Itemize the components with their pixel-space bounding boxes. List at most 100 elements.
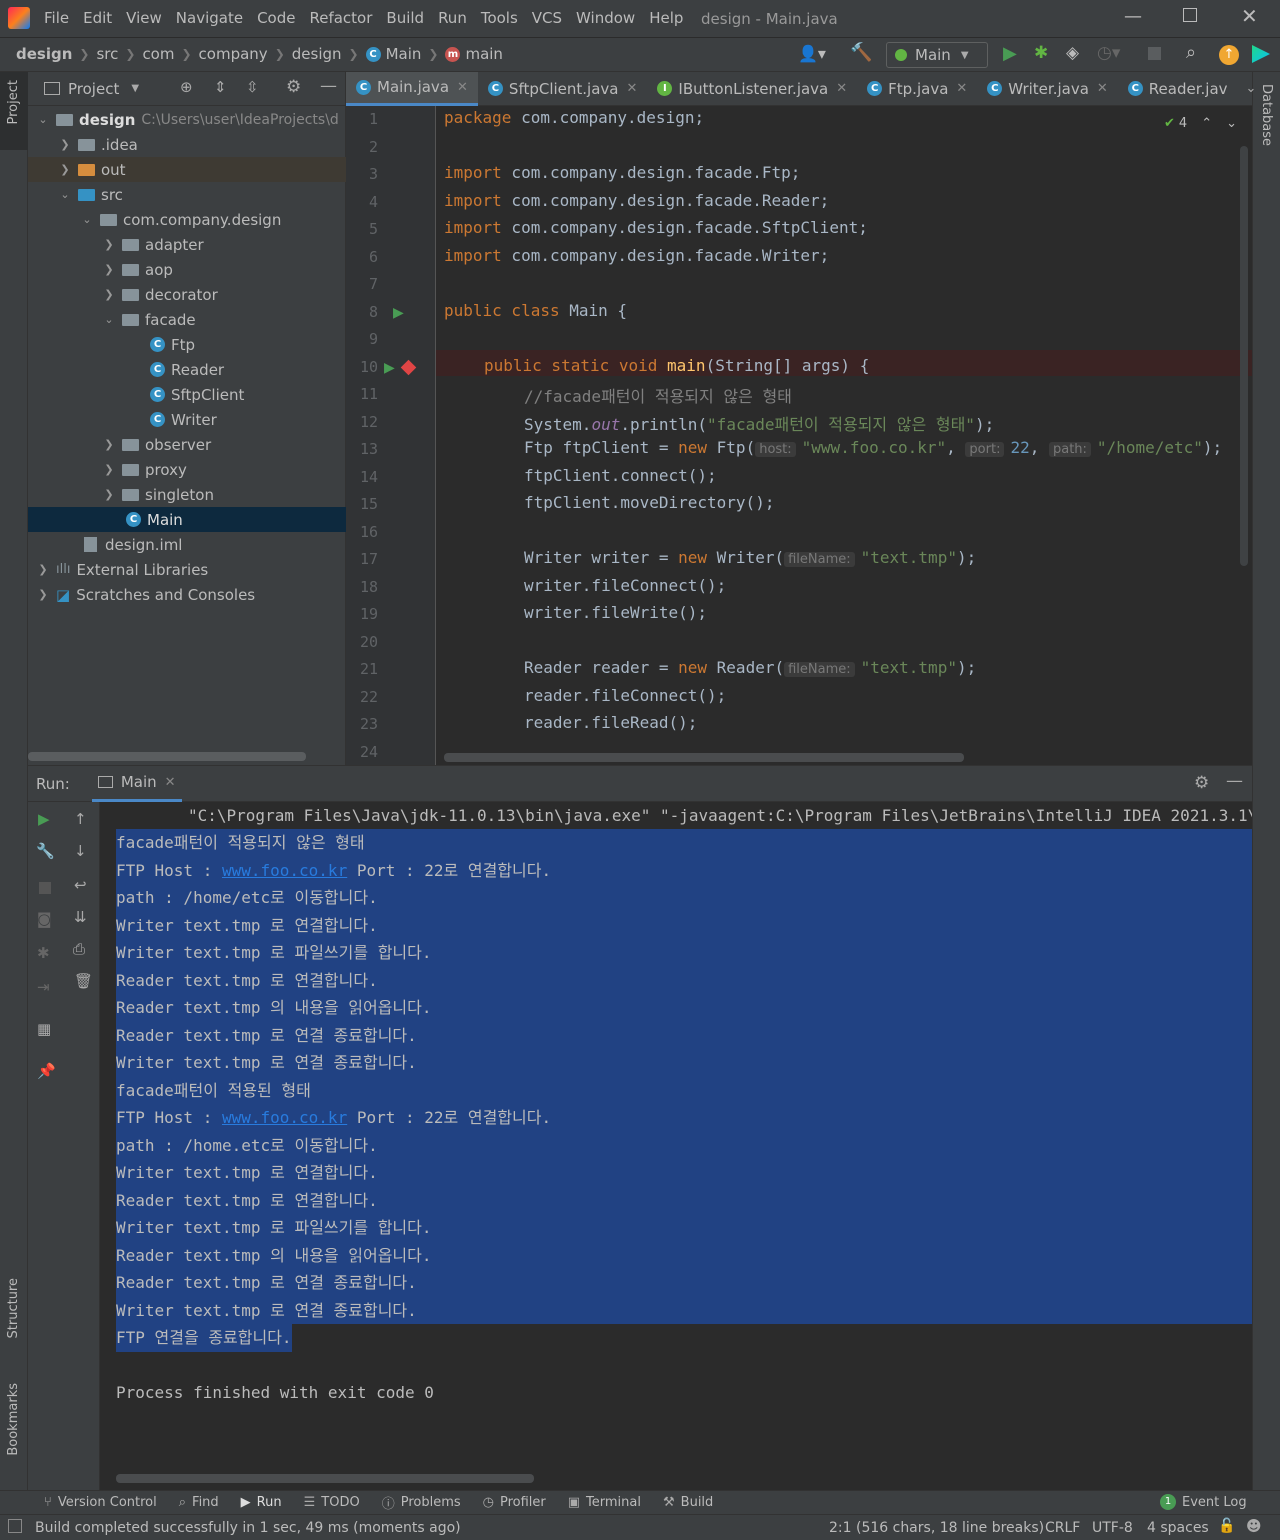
inspector-icon[interactable]: ☻ bbox=[1246, 1517, 1262, 1535]
search-icon[interactable]: ⌕ bbox=[1186, 42, 1196, 63]
tabs-dropdown-icon[interactable]: ⌄ bbox=[1246, 81, 1257, 96]
todo-tool[interactable]: ☰ TODO bbox=[304, 1495, 360, 1510]
lock-icon[interactable]: 🔓 bbox=[1218, 1518, 1235, 1534]
tree-item-iml[interactable]: design.iml bbox=[28, 532, 346, 557]
user-icon[interactable]: 👤▾ bbox=[798, 44, 826, 63]
tree-item-external-libraries[interactable]: ❯ ıllı External Libraries bbox=[28, 557, 346, 582]
profile-icon[interactable]: ◷▾ bbox=[1097, 43, 1120, 63]
tree-item-ftp[interactable]: C Ftp bbox=[28, 332, 346, 357]
exit-icon[interactable]: ⇥ bbox=[37, 978, 50, 996]
expand-all-icon[interactable]: ⇕ bbox=[214, 78, 227, 96]
hide-icon[interactable]: — bbox=[320, 76, 337, 96]
project-tool-button[interactable]: Project bbox=[0, 72, 28, 150]
menu-refactor[interactable]: Refactor bbox=[309, 9, 372, 27]
tree-item-out[interactable]: ❯ out bbox=[28, 157, 346, 182]
rerun-icon[interactable]: ▶ bbox=[38, 810, 50, 828]
editor-h-scrollbar[interactable] bbox=[444, 753, 964, 762]
toggle-tool-windows-icon[interactable] bbox=[8, 1519, 22, 1533]
tree-item-facade[interactable]: ⌄ facade bbox=[28, 307, 346, 332]
tree-item-src[interactable]: ⌄ src bbox=[28, 182, 346, 207]
menu-edit[interactable]: Edit bbox=[83, 9, 112, 27]
tree-item-singleton[interactable]: ❯ singleton bbox=[28, 482, 346, 507]
database-tool-button[interactable]: Database bbox=[1253, 80, 1280, 170]
menu-file[interactable]: File bbox=[44, 9, 69, 27]
hide-icon[interactable]: — bbox=[1226, 771, 1243, 791]
prev-highlight-icon[interactable]: ⌃ bbox=[1201, 116, 1212, 131]
menu-navigate[interactable]: Navigate bbox=[176, 9, 243, 27]
update-icon[interactable]: ↑ bbox=[1219, 45, 1239, 65]
menu-code[interactable]: Code bbox=[257, 9, 295, 27]
editor-v-scrollbar[interactable] bbox=[1240, 146, 1248, 566]
menu-tools[interactable]: Tools bbox=[481, 9, 518, 27]
project-panel-title[interactable]: Project bbox=[68, 80, 119, 98]
gear-icon[interactable]: ⚙ bbox=[1194, 773, 1209, 793]
tab-main-java[interactable]: C Main.java ✕ bbox=[346, 71, 478, 106]
menu-run[interactable]: Run bbox=[438, 9, 467, 27]
wrench-icon[interactable]: 🔧 bbox=[36, 842, 55, 860]
file-encoding[interactable]: UTF-8 bbox=[1092, 1520, 1133, 1536]
breakpoint-icon[interactable] bbox=[400, 359, 417, 376]
tree-item-adapter[interactable]: ❯ adapter bbox=[28, 232, 346, 257]
menu-vcs[interactable]: VCS bbox=[532, 9, 562, 27]
gear-icon[interactable]: ⚙ bbox=[286, 77, 301, 97]
soft-wrap-icon[interactable]: ↩ bbox=[74, 876, 87, 894]
tree-item-sftpclient[interactable]: C SftpClient bbox=[28, 382, 346, 407]
tree-item-proxy[interactable]: ❯ proxy bbox=[28, 457, 346, 482]
code-area[interactable]: 1 2 3 4 5 6 7 8 9 10 11 12 13 14 15 16 1… bbox=[346, 106, 1252, 765]
trash-icon[interactable]: 🗑 bbox=[74, 972, 93, 990]
version-control-tool[interactable]: ⑂ Version Control bbox=[44, 1495, 157, 1510]
locate-icon[interactable]: ⊕ bbox=[180, 78, 193, 96]
breadcrumb-com[interactable]: com bbox=[142, 45, 174, 63]
structure-tool-button[interactable]: Structure bbox=[0, 1272, 28, 1362]
build-hammer-icon[interactable]: 🔨 bbox=[850, 42, 872, 63]
breadcrumb-main-method[interactable]: main bbox=[465, 45, 502, 63]
tab-ibuttonlistener-java[interactable]: I IButtonListener.java ✕ bbox=[647, 72, 857, 106]
bug-icon[interactable]: ✱ bbox=[37, 944, 50, 962]
tree-item-scratches[interactable]: ❯ ◪ Scratches and Consoles bbox=[28, 582, 346, 607]
tree-item-idea[interactable]: ❯ .idea bbox=[28, 132, 346, 157]
tree-item-main[interactable]: C Main bbox=[28, 507, 346, 532]
camera-icon[interactable]: ◙ bbox=[37, 910, 52, 928]
problems-tool[interactable]: ⓘ Problems bbox=[382, 1493, 461, 1512]
tree-item-aop[interactable]: ❯ aop bbox=[28, 257, 346, 282]
profiler-tool[interactable]: ◷ Profiler bbox=[483, 1495, 546, 1510]
tab-reader-java[interactable]: C Reader.jav bbox=[1118, 72, 1238, 106]
event-log-tool[interactable]: 1 Event Log bbox=[1160, 1494, 1247, 1510]
build-tool[interactable]: ⚒ Build bbox=[663, 1495, 713, 1510]
tree-item-observer[interactable]: ❯ observer bbox=[28, 432, 346, 457]
bookmarks-tool-button[interactable]: Bookmarks bbox=[0, 1377, 28, 1472]
next-highlight-icon[interactable]: ⌄ bbox=[1226, 116, 1237, 131]
layout-icon[interactable]: ▦ bbox=[37, 1020, 51, 1038]
minimize-icon[interactable]: — bbox=[1124, 6, 1142, 27]
breadcrumb-design-pkg[interactable]: design bbox=[292, 45, 342, 63]
code-with-me-icon[interactable] bbox=[1252, 45, 1270, 63]
chevron-down-icon[interactable]: ▼ bbox=[131, 83, 139, 94]
run-tab-main[interactable]: Main ✕ bbox=[91, 766, 182, 802]
indent-setting[interactable]: 4 spaces bbox=[1147, 1520, 1209, 1536]
coverage-icon[interactable]: ◈ bbox=[1066, 43, 1079, 63]
run-class-gutter-icon[interactable]: ▶ bbox=[393, 305, 404, 321]
console-link[interactable]: www.foo.co.kr bbox=[222, 861, 347, 880]
tree-item-decorator[interactable]: ❯ decorator bbox=[28, 282, 346, 307]
tree-item-writer[interactable]: C Writer bbox=[28, 407, 346, 432]
breadcrumb-src[interactable]: src bbox=[96, 45, 118, 63]
pin-icon[interactable]: 📌 bbox=[37, 1062, 56, 1080]
run-icon[interactable]: ▶ bbox=[1003, 43, 1017, 64]
find-tool[interactable]: ⌕ Find bbox=[179, 1495, 219, 1510]
close-icon[interactable]: ✕ bbox=[1241, 4, 1258, 28]
tab-ftp-java[interactable]: C Ftp.java ✕ bbox=[857, 72, 977, 106]
run-tool[interactable]: ▶ Run bbox=[241, 1495, 282, 1510]
stop-icon[interactable] bbox=[1148, 47, 1161, 60]
inspections-widget[interactable]: ✔ 4 ⌃ ⌄ bbox=[1164, 116, 1237, 131]
tab-sftpclient-java[interactable]: C SftpClient.java ✕ bbox=[478, 72, 647, 106]
down-arrow-icon[interactable]: ↓ bbox=[74, 842, 87, 860]
up-arrow-icon[interactable]: ↑ bbox=[74, 810, 87, 828]
horizontal-scrollbar[interactable] bbox=[28, 752, 306, 761]
breadcrumb-design[interactable]: design bbox=[16, 45, 72, 63]
breadcrumb-main-class[interactable]: Main bbox=[386, 45, 422, 63]
tree-item-reader[interactable]: C Reader bbox=[28, 357, 346, 382]
scroll-to-end-icon[interactable]: ⇊ bbox=[74, 908, 87, 926]
breadcrumb-company[interactable]: company bbox=[199, 45, 268, 63]
caret-position[interactable]: 2:1 (516 chars, 18 line breaks) bbox=[829, 1520, 1044, 1536]
terminal-tool[interactable]: ▣ Terminal bbox=[568, 1495, 641, 1510]
